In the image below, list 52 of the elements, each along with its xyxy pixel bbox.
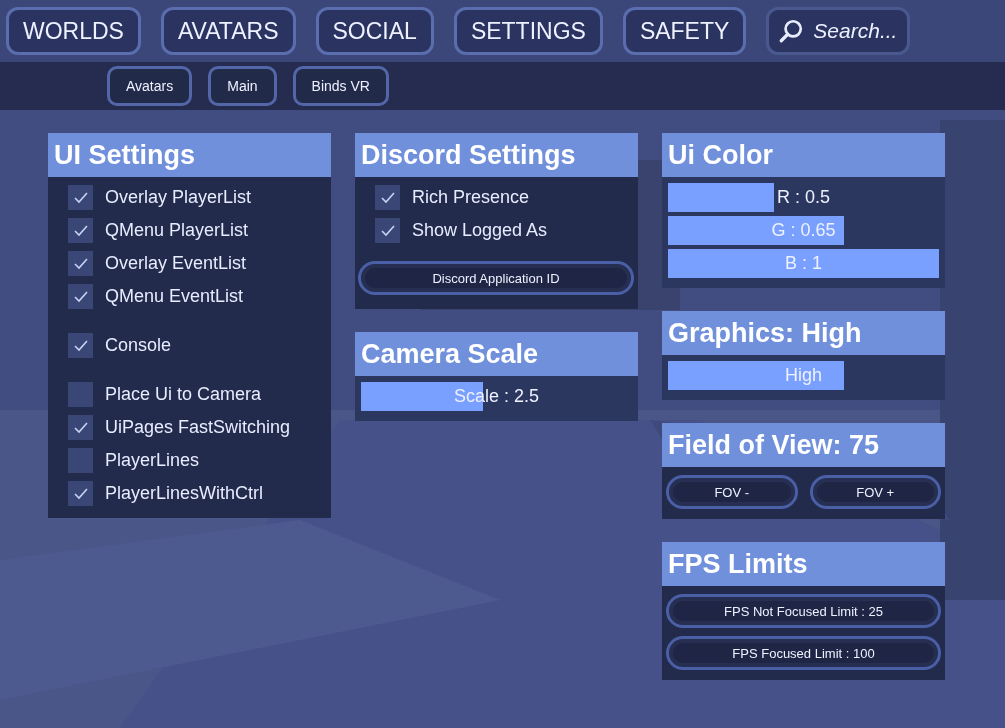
fps-limit-button[interactable]: FPS Not Focused Limit : 25 bbox=[666, 594, 941, 628]
option-label: Overlay EventList bbox=[105, 253, 247, 274]
sub-tab[interactable]: Main bbox=[208, 66, 277, 106]
option-label: UiPages FastSwitching bbox=[105, 417, 291, 438]
checkbox[interactable] bbox=[68, 333, 93, 358]
checkbox[interactable] bbox=[68, 448, 93, 473]
option-label: Show Logged As bbox=[412, 220, 548, 241]
slider-value: High bbox=[785, 364, 822, 387]
sub-tab[interactable]: Binds VR bbox=[292, 66, 389, 106]
option-label: Place Ui to Camera bbox=[105, 384, 262, 405]
fps-limit-button[interactable]: FPS Focused Limit : 100 bbox=[666, 636, 941, 670]
panel-title: UI Settings bbox=[48, 133, 331, 177]
panel-title: Ui Color bbox=[662, 133, 945, 177]
nav-tab[interactable]: SAFETY bbox=[622, 7, 747, 55]
option-label: PlayerLinesWithCtrl bbox=[105, 483, 264, 504]
option-label: Rich Presence bbox=[412, 187, 530, 208]
checkbox[interactable] bbox=[68, 415, 93, 440]
panel-title: Camera Scale bbox=[355, 332, 638, 376]
slider-value: G : 0.65 bbox=[771, 219, 836, 242]
search-field[interactable]: Search... bbox=[766, 7, 911, 55]
checkbox[interactable] bbox=[68, 185, 93, 210]
nav-tab[interactable]: AVATARS bbox=[160, 7, 296, 55]
panel-title: Discord Settings bbox=[355, 133, 638, 177]
panel-title: FPS Limits bbox=[662, 542, 945, 586]
option-label: Console bbox=[105, 335, 172, 356]
checkbox[interactable] bbox=[375, 218, 400, 243]
nav-tab[interactable]: WORLDS bbox=[6, 7, 141, 55]
panel-title: Field of View: 75 bbox=[662, 423, 945, 467]
slider-fill[interactable] bbox=[668, 361, 845, 390]
panel-title: Graphics: High bbox=[662, 311, 945, 355]
checkbox[interactable] bbox=[68, 481, 93, 506]
nav-tab[interactable]: SOCIAL bbox=[315, 7, 434, 55]
sub-tab[interactable]: Avatars bbox=[107, 66, 193, 106]
checkbox[interactable] bbox=[68, 251, 93, 276]
slider-fill[interactable] bbox=[668, 216, 845, 245]
slider-value: R : 0.5 bbox=[777, 186, 830, 209]
option-label: QMenu EventList bbox=[105, 286, 244, 307]
checkbox[interactable] bbox=[68, 218, 93, 243]
search-icon bbox=[778, 18, 805, 44]
slider-fill[interactable] bbox=[668, 183, 774, 212]
checkbox[interactable] bbox=[68, 382, 93, 407]
slider-fill[interactable] bbox=[668, 249, 939, 278]
option-label: QMenu PlayerList bbox=[105, 220, 249, 241]
nav-tab[interactable]: SETTINGS bbox=[453, 7, 603, 55]
option-label: PlayerLines bbox=[105, 450, 200, 471]
option-label: Overlay PlayerList bbox=[105, 187, 252, 208]
slider-value: B : 1 bbox=[785, 252, 822, 275]
checkbox[interactable] bbox=[375, 185, 400, 210]
discord-id-button[interactable]: Discord Application ID bbox=[358, 261, 634, 295]
fov-button[interactable]: FOV - bbox=[666, 475, 798, 509]
fov-button[interactable]: FOV + bbox=[809, 475, 941, 509]
checkbox[interactable] bbox=[68, 284, 93, 309]
